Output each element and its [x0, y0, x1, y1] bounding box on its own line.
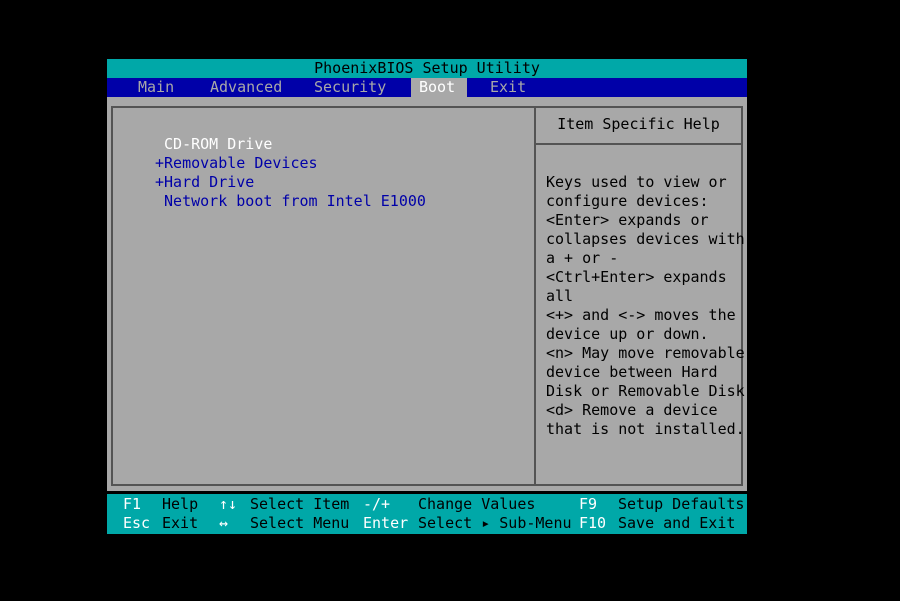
tab-security[interactable]: Security — [307, 78, 394, 97]
help-line: <Enter> expands or — [546, 211, 709, 229]
key-updown-desc: Select Item — [250, 495, 350, 513]
footer-keys: F1 Help ↑↓ Select Item -/+ Change Values… — [107, 494, 747, 534]
help-line: a + or - — [546, 249, 619, 267]
help-line: <n> May move removable — [546, 344, 745, 362]
help-line: device between Hard — [546, 363, 718, 381]
tab-boot[interactable]: Boot — [411, 78, 467, 97]
key-esc-desc: Exit — [162, 514, 199, 532]
help-line: Keys used to view or — [546, 173, 727, 191]
tab-main[interactable]: Main — [131, 78, 184, 97]
help-line: <Ctrl+Enter> expands — [546, 268, 727, 286]
help-line: <+> and <-> moves the — [546, 306, 736, 324]
key-f1-desc: Help — [162, 495, 199, 513]
tab-exit[interactable]: Exit — [483, 78, 538, 97]
help-line: all — [546, 287, 574, 305]
boot-item-harddrive[interactable]: +Hard Drive — [155, 173, 254, 192]
help-line: configure devices: — [546, 192, 709, 210]
key-updown: ↑↓ — [219, 495, 238, 513]
boot-item-removable[interactable]: +Removable Devices — [155, 154, 318, 173]
title-bar: PhoenixBIOS Setup Utility — [107, 59, 747, 78]
help-line: that is not installed. — [546, 420, 745, 438]
key-f10-desc: Save and Exit — [618, 514, 736, 532]
bios-screen: PhoenixBIOS Setup Utility Main Advanced … — [107, 59, 747, 534]
help-line: device up or down. — [546, 325, 709, 343]
key-esc: Esc — [123, 514, 151, 532]
key-f9: F9 — [579, 495, 598, 513]
key-f10: F10 — [579, 514, 607, 532]
key-f1: F1 — [123, 495, 142, 513]
key-f9-desc: Setup Defaults — [618, 495, 745, 513]
key-enter-desc: Select ▸ Sub-Menu — [418, 514, 572, 532]
key-enter: Enter — [363, 514, 409, 532]
main-panel: CD-ROM Drive +Removable Devices +Hard Dr… — [107, 97, 747, 491]
tab-advanced[interactable]: Advanced — [203, 78, 290, 97]
menu-bar: Main Advanced Security Boot Exit — [107, 78, 747, 97]
help-line: Disk or Removable Disk — [546, 382, 745, 400]
help-title: Item Specific Help — [557, 115, 720, 133]
key-minus-plus: -/+ — [363, 495, 391, 513]
app-title: PhoenixBIOS Setup Utility — [314, 59, 540, 77]
key-leftright: ↔ — [219, 514, 229, 532]
key-leftright-desc: Select Menu — [250, 514, 350, 532]
boot-item-network[interactable]: Network boot from Intel E1000 — [155, 192, 426, 211]
help-line: collapses devices with — [546, 230, 745, 248]
boot-item-cdrom[interactable]: CD-ROM Drive — [155, 135, 272, 154]
help-line: <d> Remove a device — [546, 401, 718, 419]
key-minus-plus-desc: Change Values — [418, 495, 536, 513]
